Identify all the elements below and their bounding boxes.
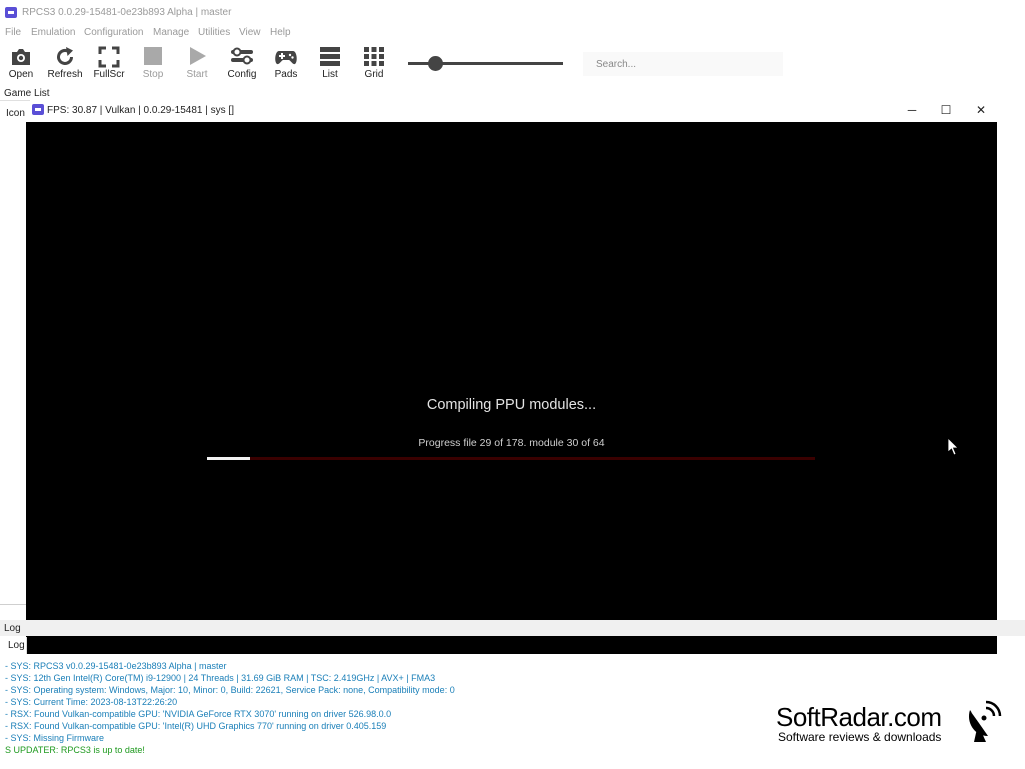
log-tab-label: Log [8, 640, 25, 651]
game-window-title: FPS: 30.87 | Vulkan | 0.0.29-15481 | sys… [47, 105, 234, 116]
fullscreen-button[interactable]: FullScr [89, 44, 129, 84]
play-icon [190, 47, 206, 65]
close-button[interactable]: ✕ [964, 101, 998, 119]
menu-manage[interactable]: Manage [153, 27, 189, 38]
menu-help[interactable]: Help [270, 27, 291, 38]
compile-progress-bar [207, 457, 815, 460]
satellite-dish-icon [968, 700, 1002, 742]
refresh-icon [57, 47, 73, 65]
list-view-button[interactable]: List [310, 44, 350, 84]
log-line: S UPDATER: RPCS3 is up to date! [5, 745, 145, 755]
grid-view-button[interactable]: Grid [354, 44, 394, 84]
close-icon: ✕ [975, 103, 987, 117]
log-line: - RSX: Found Vulkan-compatible GPU: 'Int… [5, 721, 387, 731]
log-line: - SYS: Missing Firmware [5, 733, 105, 743]
log-dock-header [0, 620, 1025, 636]
game-window-app-icon [32, 104, 44, 115]
log-dock-title: Log [4, 623, 21, 634]
config-button[interactable]: Config [222, 44, 262, 84]
fullscreen-icon [98, 46, 120, 68]
refresh-button[interactable]: Refresh [45, 44, 85, 84]
log-line: - SYS: RPCS3 v0.0.29-15481-0e23b893 Alph… [5, 661, 227, 671]
sliders-icon [231, 47, 253, 65]
list-icon [320, 47, 340, 66]
log-line: - SYS: 12th Gen Intel(R) Core(TM) i9-129… [5, 673, 436, 683]
search-input[interactable] [583, 52, 783, 76]
icon-size-slider-handle[interactable] [428, 56, 444, 71]
menu-view[interactable]: View [239, 27, 261, 38]
mouse-cursor-icon [948, 438, 959, 456]
game-list-column-icon[interactable]: Icon [6, 108, 25, 119]
camera-icon [12, 49, 30, 65]
gamepad-icon [275, 51, 297, 65]
log-line: - RSX: Found Vulkan-compatible GPU: 'NVI… [5, 709, 392, 719]
menu-file[interactable]: File [5, 27, 21, 38]
log-line: - SYS: Current Time: 2023-08-13T22:26:20 [5, 697, 178, 707]
compiling-message: Compiling PPU modules... [426, 397, 597, 413]
stop-icon [144, 47, 162, 65]
menu-configuration[interactable]: Configuration [84, 27, 143, 38]
maximize-icon: ☐ [940, 103, 952, 117]
start-button[interactable]: Start [177, 44, 217, 84]
grid-label: Grid [364, 69, 384, 80]
open-button[interactable]: Open [1, 44, 41, 84]
game-render-surface[interactable] [26, 122, 997, 666]
right-panel-edge [997, 122, 1025, 622]
watermark-brand: SoftRadar.com [776, 702, 942, 732]
compile-progress-fill [207, 457, 250, 460]
watermark-tagline: Software reviews & downloads [778, 730, 942, 744]
menu-utilities[interactable]: Utilities [198, 27, 230, 38]
menu-emulation[interactable]: Emulation [31, 27, 75, 38]
progress-text: Progress file 29 of 178. module 30 of 64 [418, 437, 605, 449]
grid-icon [364, 47, 384, 66]
maximize-button[interactable]: ☐ [929, 101, 963, 119]
pads-button[interactable]: Pads [266, 44, 306, 84]
splitter-line [0, 604, 26, 605]
minimize-button[interactable]: ─ [895, 101, 929, 119]
rpcs3-app-icon [5, 7, 17, 18]
window-title: RPCS3 0.0.29-15481-0e23b893 Alpha | mast… [22, 7, 232, 18]
game-list-title: Game List [4, 88, 50, 99]
log-line: - SYS: Operating system: Windows, Major:… [5, 685, 455, 695]
minimize-icon: ─ [907, 103, 917, 117]
stop-button[interactable]: Stop [133, 44, 173, 84]
